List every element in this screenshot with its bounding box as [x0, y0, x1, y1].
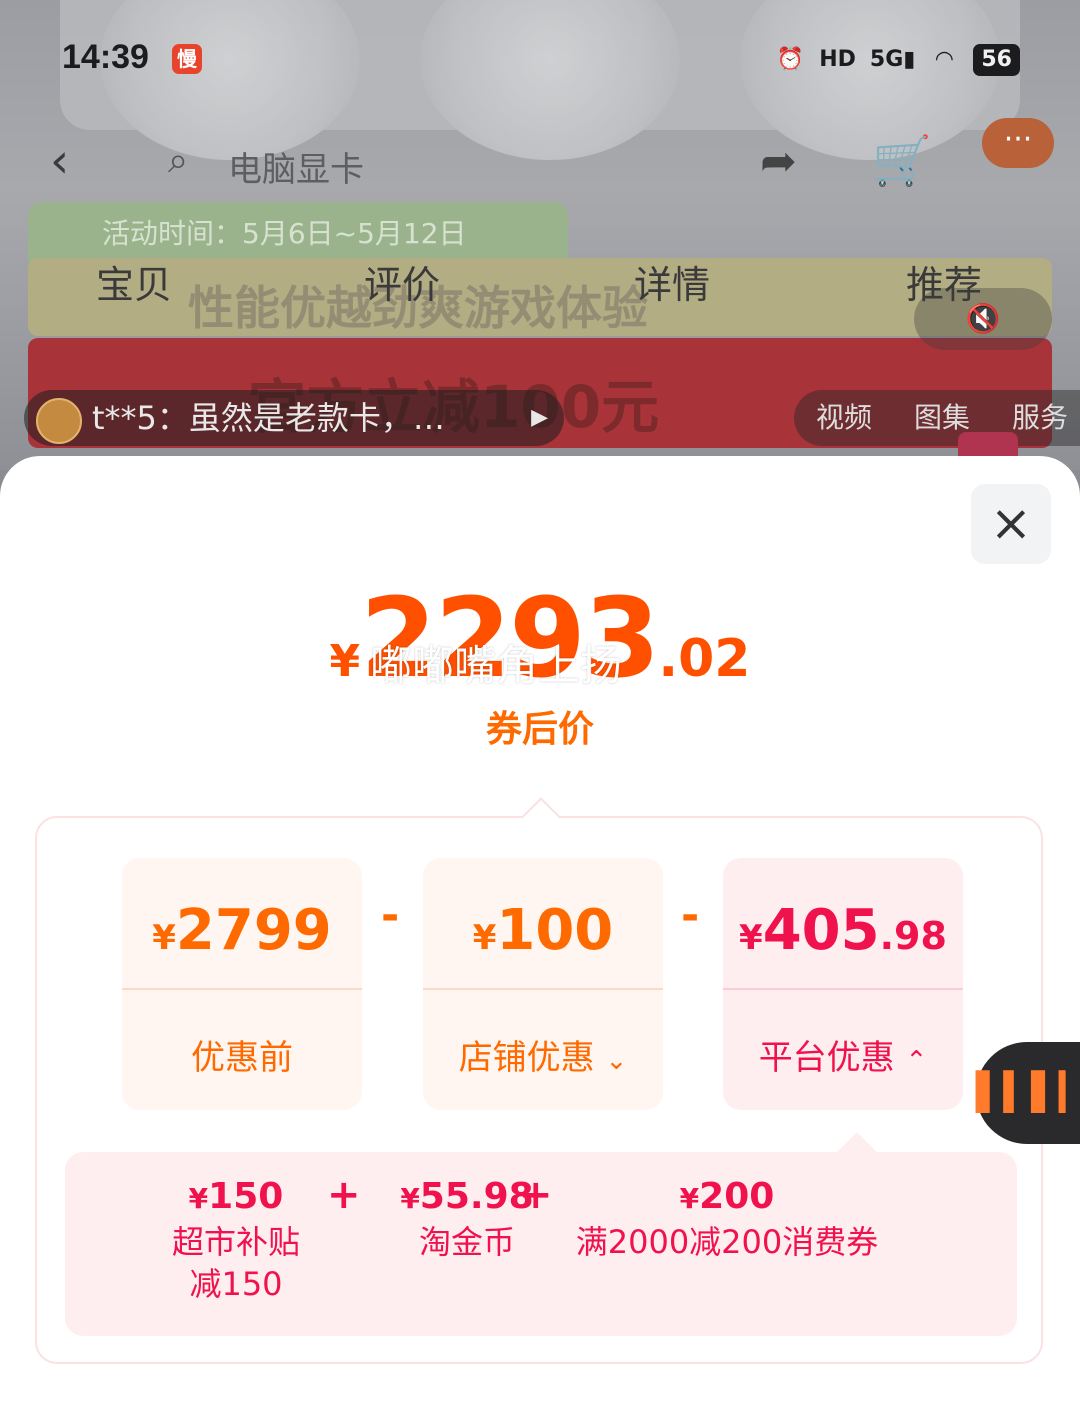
platform-discount-card[interactable]: ¥405.98 平台优惠 ⌃	[723, 858, 963, 1110]
media-tabs: 视频 图集 服务	[794, 390, 1080, 446]
coupon-amount: ¥200	[679, 1176, 775, 1217]
shop-discount-label: 店铺优惠 ⌄	[458, 1038, 628, 1078]
hd-icon: HD	[819, 47, 856, 72]
media-tab-service[interactable]: 服务	[1012, 390, 1068, 446]
original-price-value: ¥2799	[152, 898, 332, 963]
platform-discount-details: ¥150 超市补贴 减150 + ¥55.98 淘金币 + ¥200 满2000减…	[65, 1132, 1017, 1336]
speaker-muted-icon: 🔇	[965, 302, 1001, 335]
tab-item[interactable]: 宝贝	[96, 254, 172, 309]
tab-reviews[interactable]: 评价	[364, 254, 440, 309]
taojinbi-desc: 淘金币	[418, 1223, 515, 1261]
platform-discount-label: 平台优惠 ⌃	[758, 1038, 928, 1078]
divider	[723, 988, 963, 990]
price-breakdown: ¥2799 优惠前 - ¥100 店铺优惠 ⌄ - ¥405.98 平台优惠 ⌃…	[35, 797, 1043, 1364]
wifi-icon: ◠	[935, 47, 953, 72]
sound-wave-icon: ▌▍▌▎	[976, 1072, 1080, 1113]
mute-button[interactable]: 🔇	[914, 288, 1052, 350]
pointer-notch	[837, 1132, 877, 1172]
search-input[interactable]: 电脑显卡	[228, 142, 364, 191]
price-currency: ¥	[329, 636, 361, 687]
original-price-card: ¥2799 优惠前	[122, 858, 362, 1110]
share-icon[interactable]: ➦	[760, 136, 797, 187]
pointer-notch	[521, 797, 561, 837]
avatar	[36, 398, 82, 444]
close-icon: ×	[990, 494, 1032, 552]
search-icon[interactable]: ⌕	[168, 140, 188, 182]
tab-details[interactable]: 详情	[634, 254, 710, 309]
comment-ticker[interactable]: t**5：虽然是老款卡，… ▶	[24, 390, 564, 446]
activity-time-banner: 活动时间：5月6日~5月12日	[28, 202, 568, 262]
divider	[122, 988, 362, 990]
voice-assistant-button[interactable]: ▌▍▌▎	[976, 1042, 1080, 1144]
plus-sign: +	[327, 1172, 361, 1218]
platform-discount-value: ¥405.98	[739, 898, 947, 963]
minus-sign: -	[681, 890, 700, 941]
subsidy-desc: 超市补贴 减150	[171, 1223, 300, 1303]
app-badge-icon: 慢	[172, 44, 202, 74]
shop-discount-value: ¥100	[472, 898, 614, 963]
cart-icon[interactable]: 🛒	[872, 132, 932, 189]
coupon-desc: 满2000减200消费券	[575, 1223, 879, 1261]
back-arrow-icon[interactable]: ‹	[50, 133, 69, 189]
price-detail-sheet: × ¥2293.02 嘟嘟嘴角上扬 券后价 ¥2799 优惠前 - ¥100 店…	[0, 456, 1080, 1402]
consumption-coupon: ¥200 满2000减200消费券	[559, 1176, 895, 1263]
clock: 14:39	[62, 38, 149, 76]
plus-sign: +	[519, 1172, 553, 1218]
price-decimal: .02	[658, 629, 751, 689]
play-arrow-icon: ▶	[531, 405, 548, 430]
supermarket-subsidy: ¥150 超市补贴 减150	[161, 1176, 311, 1305]
alarm-icon: ⏰	[776, 47, 804, 72]
status-bar: 14:39 慢 ⏰ HD 5G▮ ◠ 56	[0, 30, 1080, 90]
top-nav-bar: ‹ ⌕ 电脑显卡 ➦ 🛒 ···	[0, 118, 1080, 198]
battery-indicator: 56	[973, 44, 1020, 76]
comment-text: t**5：虽然是老款卡，…	[92, 399, 445, 437]
watermark-text: 嘟嘟嘴角上扬	[370, 641, 623, 690]
media-tab-video[interactable]: 视频	[816, 390, 872, 446]
original-price-label: 优惠前	[191, 1038, 293, 1078]
divider	[423, 988, 663, 990]
shop-discount-card[interactable]: ¥100 店铺优惠 ⌄	[423, 858, 663, 1110]
chevron-up-icon: ⌃	[905, 1046, 928, 1076]
minus-sign: -	[381, 890, 400, 941]
close-button[interactable]: ×	[971, 484, 1051, 564]
subsidy-amount: ¥150	[188, 1176, 284, 1217]
5g-signal-icon: 5G▮	[869, 47, 916, 72]
price-label: 券后价	[485, 709, 594, 750]
more-options-icon[interactable]: ···	[982, 118, 1054, 168]
chevron-down-icon: ⌄	[605, 1046, 628, 1076]
